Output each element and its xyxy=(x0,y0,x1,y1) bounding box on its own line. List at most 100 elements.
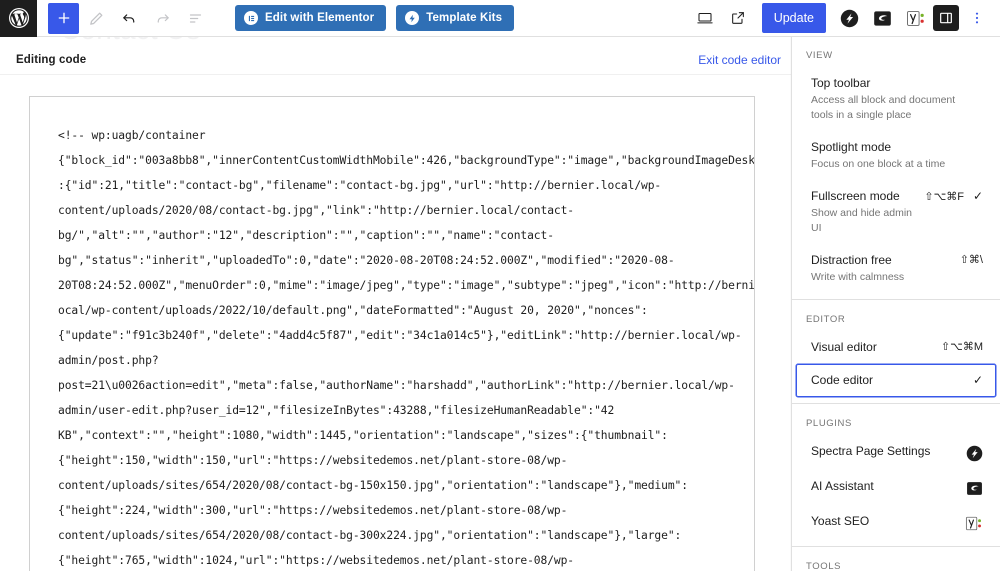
menu-item-title: Top toolbar xyxy=(811,76,871,90)
view-site-external-link-icon[interactable] xyxy=(723,3,754,34)
menu-item-text: AI Assistant xyxy=(811,478,959,495)
menu-item-title: Yoast SEO xyxy=(811,514,870,528)
menu-item-title: Distraction free xyxy=(811,253,892,267)
menu-item-text: Yoast SEO xyxy=(811,513,959,530)
spectra-icon xyxy=(965,444,983,462)
menu-item-yoast-seo[interactable]: Yoast SEO xyxy=(796,505,996,540)
code-line: {"block_id":"003a8bb8","innerContentCust… xyxy=(58,154,755,167)
list-view-button[interactable] xyxy=(180,3,211,34)
code-line: bg","status":"inherit","uploadedTo":0,"d… xyxy=(58,254,675,267)
preview-laptop-icon[interactable] xyxy=(690,3,721,34)
menu-item-description: Show and hide admin UI xyxy=(811,207,912,234)
code-line: {"height":765,"width":1024,"url":"https:… xyxy=(58,554,575,567)
menu-item-accessories: ⇧⌥⌘M xyxy=(941,339,983,353)
edit-with-elementor-button[interactable]: Edit with Elementor xyxy=(235,5,387,31)
keyboard-shortcut: ⇧⌘\ xyxy=(959,254,983,266)
menu-item-code-editor[interactable]: Code editor ✓ xyxy=(796,364,996,397)
menu-item-text: Code editor xyxy=(811,372,967,389)
code-line: {"height":224,"width":300,"url":"https:/… xyxy=(58,504,568,517)
menu-item-text: Spotlight mode Focus on one block at a ti… xyxy=(811,139,977,172)
menu-item-spectra-page-settings[interactable]: Spectra Page Settings xyxy=(796,435,996,470)
menu-item-accessories xyxy=(965,513,983,532)
menu-item-accessories: ⇧⌥⌘F ✓ xyxy=(924,188,983,203)
menu-item-title: Visual editor xyxy=(811,340,877,354)
code-line: admin/user-edit.php?user_id=12","filesiz… xyxy=(58,404,615,417)
code-line: :{"id":21,"title":"contact-bg","filename… xyxy=(58,179,662,192)
menu-item-title: AI Assistant xyxy=(811,479,874,493)
menu-item-visual-editor[interactable]: Visual editor ⇧⌥⌘M xyxy=(796,331,996,364)
wordpress-logo-icon[interactable] xyxy=(0,0,37,37)
wordpress-block-editor-window: Contact Us xyxy=(0,0,1000,571)
template-kits-button[interactable]: Template Kits xyxy=(396,5,515,31)
settings-panel-toggle-icon[interactable] xyxy=(933,5,959,31)
menu-item-text: Distraction free Write with calmness xyxy=(811,252,954,285)
check-icon: ✓ xyxy=(973,189,984,203)
menu-group-label: Editor xyxy=(806,314,846,325)
menu-group-editor: Editor Visual editor ⇧⌥⌘M Code editor ✓ xyxy=(792,299,1000,403)
code-line: content/uploads/2020/08/contact-bg.jpg",… xyxy=(58,204,575,217)
options-three-dots-vertical-icon[interactable] xyxy=(961,3,992,34)
code-line: bg/","alt":"","author":"12","description… xyxy=(58,229,554,242)
menu-item-text: Spectra Page Settings xyxy=(811,443,959,460)
menu-item-accessories: ✓ xyxy=(973,372,983,387)
editing-code-label: Editing code xyxy=(16,53,87,66)
editor-top-toolbar: Edit with Elementor Template Kits Update xyxy=(0,0,1000,37)
menu-item-description: Focus on one block at a time xyxy=(811,158,946,170)
menu-item-title: Spectra Page Settings xyxy=(811,444,931,458)
menu-item-title: Spotlight mode xyxy=(811,140,892,154)
code-line: <!-- wp:uagb/container xyxy=(58,129,206,142)
plugin-action-buttons: Edit with Elementor Template Kits xyxy=(235,5,515,31)
code-line: content/uploads/sites/654/2020/08/contac… xyxy=(58,529,682,542)
menu-item-accessories: ⇧⌘\ xyxy=(960,252,983,266)
menu-item-top-toolbar[interactable]: Top toolbar Access all block and document… xyxy=(796,67,996,131)
code-line: {"height":150,"width":150,"url":"https:/… xyxy=(58,454,568,467)
menu-item-ai-assistant[interactable]: AI Assistant xyxy=(796,470,996,505)
menu-group-plugins: Plugins Spectra Page Settings AI Assistant… xyxy=(792,403,1000,546)
keyboard-shortcut: ⇧⌥⌘M xyxy=(940,341,983,353)
menu-item-accessories xyxy=(965,478,983,497)
menu-item-accessories xyxy=(965,443,983,462)
code-line: {"update":"f91c3b240f","delete":"4add4c5… xyxy=(58,329,742,342)
yoast-seo-icon xyxy=(965,514,983,532)
code-line: KB","context":"","height":1080,"width":1… xyxy=(58,429,668,442)
elementor-icon xyxy=(244,11,258,25)
code-line: admin/post.php? xyxy=(58,354,159,367)
code-editor-region: Editing code Exit code editor <!-- wp:ua… xyxy=(0,37,791,571)
menu-item-spotlight-mode[interactable]: Spotlight mode Focus on one block at a ti… xyxy=(796,131,996,180)
code-content[interactable]: <!-- wp:uagb/container {"block_id":"003a8… xyxy=(58,123,755,571)
code-line: 20T08:24:52.000Z","menuOrder":0,"mime":"… xyxy=(58,279,755,292)
code-editor-textarea[interactable]: <!-- wp:uagb/container {"block_id":"003a8… xyxy=(29,96,755,571)
code-line: post=21\u0026action=edit","meta":false,"… xyxy=(58,379,735,392)
menu-item-title: Code editor xyxy=(811,373,874,387)
yoast-seo-icon[interactable] xyxy=(900,3,931,34)
code-line: ocal/wp-content/uploads/2022/10/default.… xyxy=(58,304,648,317)
menu-item-description: Access all block and document tools in a… xyxy=(811,94,956,121)
redo-button[interactable] xyxy=(147,3,178,34)
edit-tool-button[interactable] xyxy=(81,3,112,34)
menu-item-fullscreen-mode[interactable]: Fullscreen mode Show and hide admin UI ⇧⌥⌘… xyxy=(796,180,996,244)
menu-group-label: Tools xyxy=(806,561,842,571)
update-button[interactable]: Update xyxy=(761,3,826,33)
undo-button[interactable] xyxy=(114,3,145,34)
ai-assistant-icon[interactable] xyxy=(867,3,898,34)
menu-item-title: Fullscreen mode xyxy=(811,189,900,203)
menu-item-text: Visual editor xyxy=(811,339,935,356)
spectra-icon[interactable] xyxy=(834,3,865,34)
check-icon: ✓ xyxy=(973,373,984,387)
template-kits-icon xyxy=(405,11,420,25)
menu-item-text: Fullscreen mode Show and hide admin UI xyxy=(811,188,918,236)
template-kits-label: Template Kits xyxy=(426,12,503,24)
menu-group-label: View xyxy=(806,50,833,61)
block-tools-group xyxy=(37,2,211,34)
code-editor-header: Editing code Exit code editor xyxy=(0,45,791,75)
menu-item-description: Write with calmness xyxy=(811,271,905,283)
menu-item-distraction-free[interactable]: Distraction free Write with calmness ⇧⌘\ xyxy=(796,244,996,293)
exit-code-editor-link[interactable]: Exit code editor xyxy=(698,53,781,67)
menu-group-tools: ToolsManage patternsKeyboard shortcuts⌃⌥… xyxy=(792,546,1000,571)
keyboard-shortcut: ⇧⌥⌘F xyxy=(924,190,964,203)
edit-with-elementor-label: Edit with Elementor xyxy=(265,12,375,24)
menu-item-text: Top toolbar Access all block and document… xyxy=(811,75,977,123)
add-block-button[interactable] xyxy=(48,2,79,34)
editor-options-menu: View Top toolbar Access all block and docu… xyxy=(791,37,1000,571)
top-toolbar-right-group: Update xyxy=(690,3,1000,34)
